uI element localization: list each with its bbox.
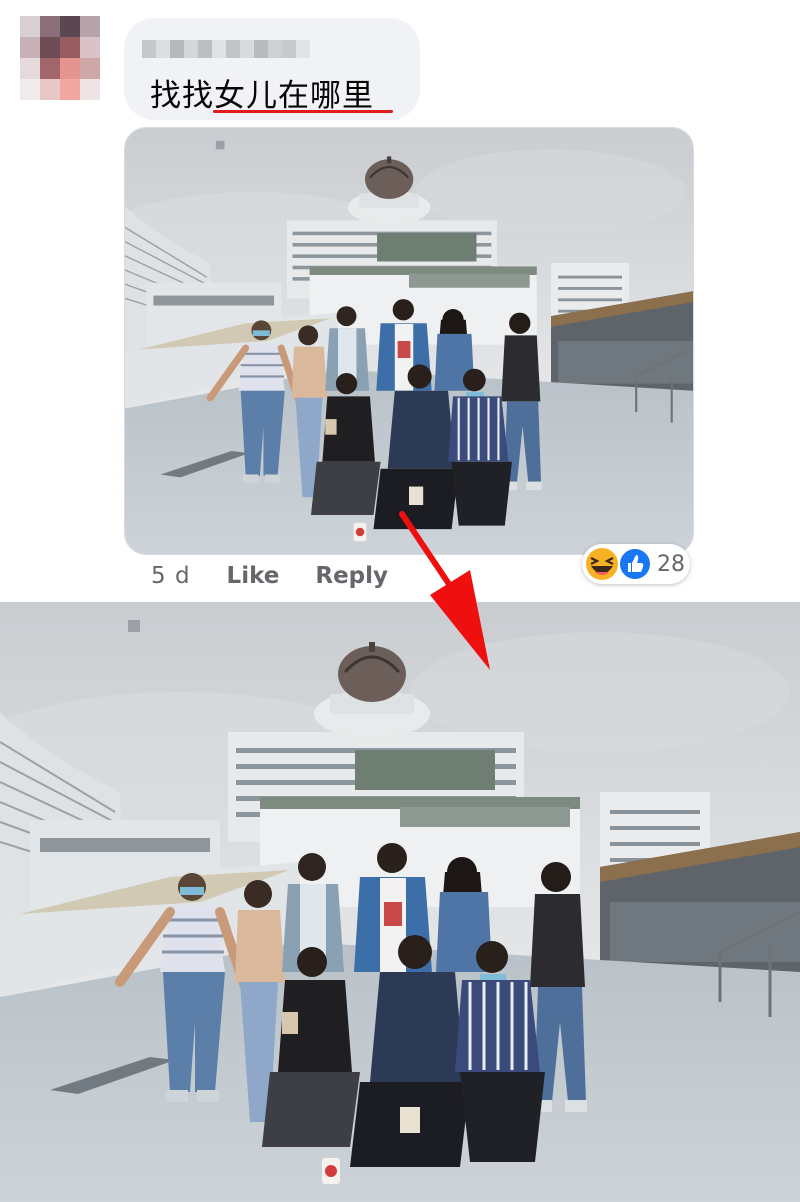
comment-actions: 5 d Like Reply (151, 561, 424, 591)
comment-bubble: 找找女儿在哪里 (124, 18, 420, 120)
attached-photo[interactable] (124, 127, 694, 555)
enlarged-photo (0, 602, 800, 1202)
comment-timestamp[interactable]: 5 d (151, 563, 191, 589)
haha-emoji-icon (586, 548, 618, 580)
reaction-count: 28 (657, 552, 685, 577)
reactions-summary[interactable]: 28 (582, 544, 690, 584)
reply-button[interactable]: Reply (315, 563, 388, 589)
like-thumb-icon (619, 548, 651, 580)
like-button[interactable]: Like (227, 563, 280, 589)
comment-text: 找找女儿在哪里 (150, 78, 374, 114)
author-name-blurred[interactable] (142, 40, 310, 58)
red-underline-annotation (213, 110, 393, 113)
avatar[interactable] (20, 16, 100, 100)
